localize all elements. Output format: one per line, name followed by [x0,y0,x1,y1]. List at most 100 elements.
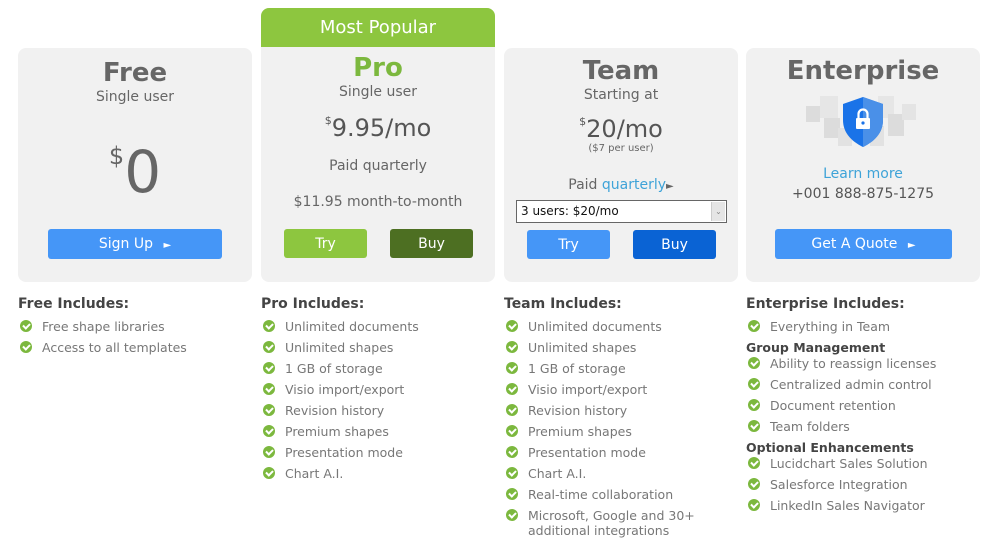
check-circle-icon [506,509,518,521]
check-circle-icon [263,404,275,416]
check-circle-icon [506,320,518,332]
feature-text: Unlimited shapes [285,340,394,355]
plan-name: Enterprise [786,56,940,86]
group-management-title: Group Management [746,340,886,355]
team-try-button[interactable]: Try [527,230,610,259]
arrow-right-icon: ► [666,181,674,192]
feature-list: Ability to reassign licenses Centralized … [746,356,991,434]
check-circle-icon [263,341,275,353]
feature-text: Visio import/export [285,382,405,397]
plan-price: $9.95/mo [261,107,495,142]
shield-lock-icon [843,97,883,147]
feature-item: Unlimited shapes [504,340,704,355]
feature-item: Everything in Team [746,319,991,334]
pro-try-button[interactable]: Try [284,229,367,258]
quarterly-link[interactable]: quarterly [602,177,666,193]
team-features: Team Includes: Unlimited documents Unlimi… [504,295,704,544]
feature-text: Microsoft, Google and 30+ additional int… [528,508,695,538]
feature-text: Document retention [770,398,896,413]
security-illustration [798,92,928,152]
feature-item: Document retention [746,398,991,413]
sign-up-button[interactable]: Sign Up ► [48,229,222,259]
select-value: 3 users: $20/mo [521,204,619,218]
plan-card-free: Free Single user $0 Sign Up ► [18,48,252,282]
plan-subtitle: Starting at [583,87,659,103]
feature-text: Real-time collaboration [528,487,674,502]
feature-text: Revision history [528,403,628,418]
feature-item: Chart A.I. [504,466,704,481]
feature-text: 1 GB of storage [285,361,383,376]
feature-list: Lucidchart Sales Solution Salesforce Inte… [746,456,991,513]
check-circle-icon [748,457,760,469]
check-circle-icon [506,362,518,374]
feature-text: Premium shapes [285,424,389,439]
phone-number: +001 888-875-1275 [791,186,935,202]
feature-item: Visio import/export [504,382,704,397]
plan-subtitle: Single user [338,84,418,100]
price-value: 0 [124,138,162,206]
feature-text: Free shape libraries [42,319,165,334]
check-circle-icon [748,399,760,411]
plan-card-pro: Most Popular Pro Single user $9.95/mo Pa… [261,8,495,282]
feature-item: Team folders [746,419,991,434]
user-count-select[interactable]: 3 users: $20/mo ⌄ [516,200,727,223]
feature-text: Salesforce Integration [770,477,908,492]
check-circle-icon [20,320,32,332]
check-circle-icon [748,478,760,490]
feature-item: Premium shapes [261,424,506,439]
includes-title: Enterprise Includes: [746,296,905,312]
check-circle-icon [506,467,518,479]
currency-symbol: $ [108,142,125,170]
feature-item: Free shape libraries [18,319,263,334]
feature-text: LinkedIn Sales Navigator [770,498,925,513]
feature-text: Unlimited documents [528,319,662,334]
feature-item: LinkedIn Sales Navigator [746,498,991,513]
feature-text: Unlimited shapes [528,340,637,355]
currency-symbol: $ [324,114,332,127]
feature-item: Presentation mode [504,445,704,460]
feature-item: Presentation mode [261,445,506,460]
feature-item: Microsoft, Google and 30+ additional int… [504,508,704,538]
pro-buy-button[interactable]: Buy [390,229,473,258]
plan-subtitle: Single user [95,89,175,105]
feature-item: Lucidchart Sales Solution [746,456,991,471]
team-buy-button[interactable]: Buy [633,230,716,259]
feature-item: Unlimited shapes [261,340,506,355]
billing-note: Paid quarterly [329,158,427,174]
feature-text: 1 GB of storage [528,361,626,376]
billing-prefix: Paid [568,177,598,193]
feature-item: Access to all templates [18,340,263,355]
free-features: Free Includes: Free shape libraries Acces… [18,295,263,361]
chevron-down-icon[interactable]: ⌄ [711,202,725,221]
feature-text: Presentation mode [285,445,403,460]
feature-text: Unlimited documents [285,319,419,334]
get-a-quote-button[interactable]: Get A Quote ► [775,229,952,259]
feature-item: 1 GB of storage [261,361,506,376]
check-circle-icon [748,378,760,390]
feature-text: Premium shapes [528,424,632,439]
feature-text: Chart A.I. [285,466,344,481]
feature-item: 1 GB of storage [504,361,704,376]
feature-list: Free shape libraries Access to all templa… [18,319,263,355]
feature-item: Revision history [504,403,704,418]
check-circle-icon [20,341,32,353]
plan-price: $0 [18,124,252,204]
plan-price: $20/mo [504,108,738,143]
feature-item: Chart A.I. [261,466,506,481]
learn-more-link[interactable]: Learn more [746,166,980,182]
feature-item: Revision history [261,403,506,418]
plan-name: Free [102,58,168,88]
check-circle-icon [263,383,275,395]
feature-text: Ability to reassign licenses [770,356,937,371]
feature-item: Visio import/export [261,382,506,397]
optional-enhancements-title: Optional Enhancements [746,440,914,455]
plan-card-team: Team Starting at $20/mo ($7 per user) Pa… [504,48,738,282]
check-circle-icon [263,446,275,458]
check-circle-icon [748,357,760,369]
feature-text: Team folders [770,419,850,434]
feature-list: Everything in Team [746,319,991,334]
check-circle-icon [506,488,518,500]
feature-text: Revision history [285,403,385,418]
check-circle-icon [263,467,275,479]
check-circle-icon [748,320,760,332]
